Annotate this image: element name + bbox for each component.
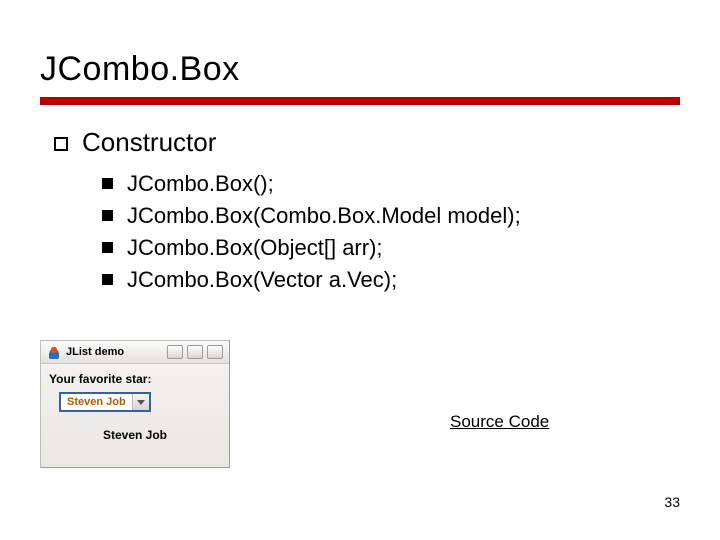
maximize-icon [187, 345, 203, 359]
demo-window-buttons [167, 345, 223, 359]
demo-titlebar: JList demo [41, 341, 229, 364]
list-item-text: JCombo.Box(Combo.Box.Model model); [127, 200, 521, 232]
demo-selected-text: Steven Job [49, 428, 221, 442]
minimize-icon [167, 345, 183, 359]
list-item-text: JCombo.Box(); [127, 168, 274, 200]
constructor-list: JCombo.Box(); JCombo.Box(Combo.Box.Model… [102, 168, 680, 296]
section-heading: Constructor [82, 127, 216, 158]
solid-square-bullet-icon [102, 242, 113, 253]
list-item-text: JCombo.Box(Object[] arr); [127, 232, 383, 264]
demo-label: Your favorite star: [49, 372, 221, 386]
list-item: JCombo.Box(Object[] arr); [102, 232, 680, 264]
page-number: 33 [664, 494, 680, 510]
title-rule [40, 97, 680, 105]
demo-body: Your favorite star: Steven Job Steven Jo… [41, 364, 229, 450]
close-icon [207, 345, 223, 359]
list-item: JCombo.Box(Vector a.Vec); [102, 264, 680, 296]
slide-title: JCombo.Box [40, 50, 680, 89]
demo-combobox: Steven Job [59, 392, 151, 412]
open-square-bullet-icon [54, 137, 68, 151]
chevron-down-icon [132, 394, 149, 410]
demo-row: JList demo Your favorite star: Steven Jo… [40, 340, 680, 468]
list-item: JCombo.Box(); [102, 168, 680, 200]
solid-square-bullet-icon [102, 178, 113, 189]
list-item: JCombo.Box(Combo.Box.Model model); [102, 200, 680, 232]
demo-window-title: JList demo [66, 346, 167, 358]
demo-screenshot: JList demo Your favorite star: Steven Jo… [40, 340, 230, 468]
java-icon [47, 345, 61, 359]
source-code-link[interactable]: Source Code [450, 412, 549, 432]
demo-combobox-value: Steven Job [61, 394, 132, 410]
solid-square-bullet-icon [102, 274, 113, 285]
section-heading-row: Constructor [54, 127, 680, 158]
solid-square-bullet-icon [102, 210, 113, 221]
list-item-text: JCombo.Box(Vector a.Vec); [127, 264, 397, 296]
slide: JCombo.Box Constructor JCombo.Box(); JCo… [0, 0, 720, 540]
